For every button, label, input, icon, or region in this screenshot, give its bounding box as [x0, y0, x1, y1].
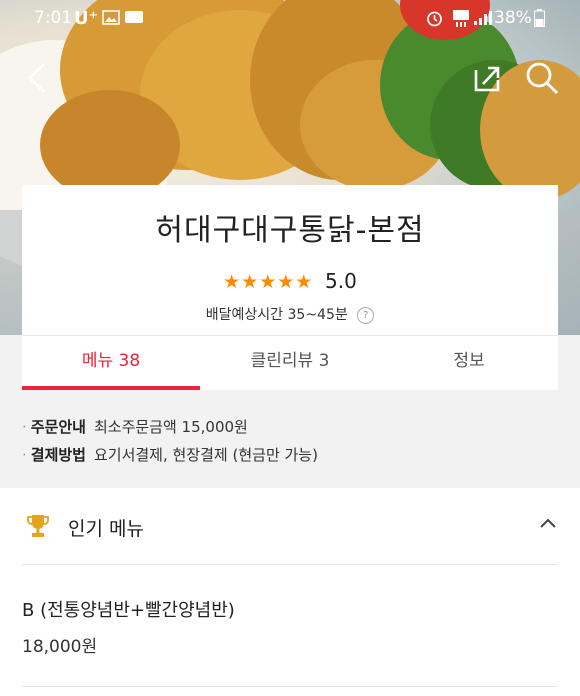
tab-info[interactable]: 정보	[380, 336, 558, 390]
status-bar: 7:01 U⁺ 38%	[0, 0, 580, 36]
status-time: 7:01	[34, 8, 73, 28]
battery-icon	[534, 9, 545, 32]
bullet-icon: ·	[22, 418, 27, 436]
help-icon[interactable]: ?	[357, 306, 375, 324]
chevron-up-icon[interactable]	[538, 515, 558, 529]
order-info-value: 최소주문금액 15,000원	[93, 418, 248, 436]
alarm-icon	[426, 10, 443, 32]
order-info-key: 주문안내	[30, 418, 86, 436]
menu-item-price: 18,000원	[22, 637, 98, 657]
delivery-time: 배달예상시간 35~45분 ?	[22, 304, 558, 324]
trophy-icon	[27, 514, 49, 538]
divider	[22, 686, 558, 687]
tab-bar: 메뉴 38 클린리뷰 3 정보	[22, 335, 558, 390]
search-icon[interactable]	[522, 58, 562, 98]
tab-menu[interactable]: 메뉴 38	[22, 336, 200, 390]
menu-item-name: B (전통양념반+빨간양념반)	[22, 600, 235, 621]
battery-text: 38%	[494, 8, 532, 28]
bullet-icon: ·	[22, 446, 27, 464]
share-icon[interactable]	[468, 58, 508, 98]
lte-icon	[452, 9, 470, 33]
tab-reviews[interactable]: 클린리뷰 3	[200, 336, 380, 390]
gallery-icon	[102, 10, 120, 30]
popular-menu-title[interactable]: 인기 메뉴	[68, 514, 144, 541]
payment-info-row: · 결제방법 요기서결제, 현장결제 (현금만 가능)	[22, 444, 318, 465]
payment-info-key: 결제방법	[30, 446, 86, 464]
store-info-card: 허대구대구통닭-본점 ★★★★★ 5.0 배달예상시간 35~45분 ?	[22, 185, 558, 335]
order-info-row: · 주문안내 최소주문금액 15,000원	[22, 416, 248, 437]
store-name: 허대구대구통닭-본점	[155, 213, 425, 248]
rating-value: 5.0	[325, 269, 357, 293]
status-carrier: U⁺	[74, 8, 99, 29]
back-arrow-icon[interactable]	[18, 58, 58, 98]
signal-icon	[473, 10, 493, 31]
store-rating: ★★★★★ 5.0	[22, 269, 558, 293]
blog-icon	[124, 10, 144, 30]
delivery-time-text: 배달예상시간 35~45분	[205, 307, 348, 323]
rating-stars: ★★★★★	[223, 271, 314, 293]
payment-info-value: 요기서결제, 현장결제 (현금만 가능)	[93, 446, 318, 464]
order-info-section: · 주문안내 최소주문금액 15,000원 · 결제방법 요기서결제, 현장결제 (현금…	[0, 400, 580, 488]
divider	[22, 564, 558, 565]
active-tab-indicator	[22, 386, 200, 390]
